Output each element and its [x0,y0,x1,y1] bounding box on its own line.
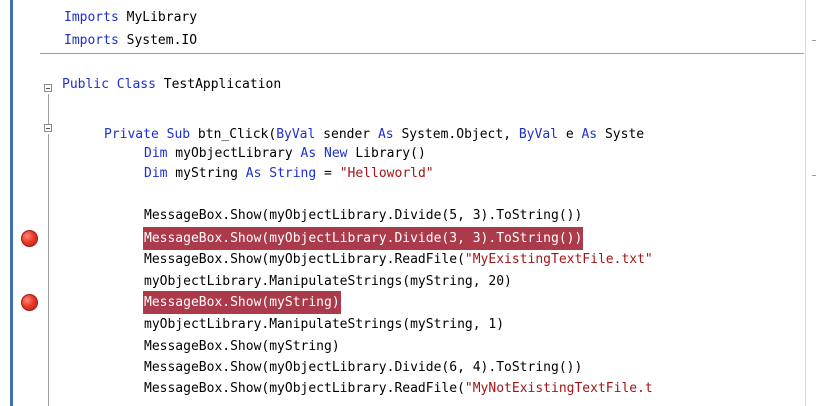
code-line[interactable]: Imports System.IO [0,30,197,51]
code-line[interactable]: Imports MyLibrary [0,7,197,28]
string-literal: "MyNotExistingTextFile.t [464,381,653,396]
code-text: MessageBox.Show(myObjectLibrary.ReadFile… [144,252,465,267]
keyword: As [377,127,394,142]
code-line[interactable]: myObjectLibrary.ManipulateStrings(myStri… [0,271,512,292]
code-text: MessageBox.Show(myString) [144,339,340,354]
keyword: Dim [144,146,168,161]
code-text: MessageBox.Show(myObjectLibrary.Divide(3… [143,227,584,250]
code-text: MyLibrary [118,10,198,25]
code-line[interactable]: Private Sub btn_Click(ByVal sender As Sy… [0,124,644,145]
code-text: MessageBox.Show(myObjectLibrary.Divide(5… [144,208,583,223]
code-text: sender [315,127,378,142]
string-literal: "MyExistingTextFile.txt" [464,252,653,267]
keyword: As [300,146,317,161]
code-text: MessageBox.Show(myString) [143,291,341,314]
region-separator [40,53,804,54]
code-line[interactable]: MessageBox.Show(myObjectLibrary.ReadFile… [0,378,653,399]
code-line[interactable]: MessageBox.Show(myObjectLibrary.ReadFile… [0,249,653,270]
code-line[interactable]: MessageBox.Show(myObjectLibrary.Divide(5… [0,205,582,226]
scroll-marker [812,40,816,41]
keyword: Dim [144,166,168,181]
code-text: Library() [347,146,426,161]
vertical-scrollbar[interactable] [805,0,818,406]
code-line[interactable]: myObjectLibrary.ManipulateStrings(myStri… [0,314,504,335]
code-line[interactable]: MessageBox.Show(myObjectLibrary.Divide(6… [0,357,582,378]
code-text: MessageBox.Show(myObjectLibrary.ReadFile… [144,381,465,396]
keyword: Sub [166,127,191,142]
code-text: System.IO [118,33,198,48]
code-text: myString [167,166,246,181]
code-text: myObjectLibrary [167,146,301,161]
code-text: myObjectLibrary.ManipulateStrings(myStri… [144,317,505,332]
code-line[interactable]: Dim myString As String = "Helloworld" [0,163,434,184]
code-text: MessageBox.Show(myObjectLibrary.Divide(6… [144,360,583,375]
code-line[interactable]: Dim myObjectLibrary As New Library() [0,143,426,164]
code-text: TestApplication [155,77,282,92]
keyword: As [581,127,598,142]
outline-guide [48,134,49,406]
keyword: Imports [64,33,119,48]
code-text: = [316,166,340,181]
collapse-toggle-icon[interactable] [44,124,52,132]
keyword: ByVal [276,127,316,142]
keyword: As [245,166,262,181]
keyword: New [324,146,348,161]
code-text: System.Object, [393,127,519,142]
keyword: Class [116,77,156,92]
code-text: Syste [597,127,645,142]
collapse-toggle-icon[interactable] [44,84,52,92]
code-line-breakpoint[interactable]: MessageBox.Show(myObjectLibrary.Divide(3… [0,227,584,250]
scroll-marker [812,175,816,176]
keyword: String [269,166,317,181]
code-text: e [558,127,582,142]
code-text: myObjectLibrary.ManipulateStrings(myStri… [144,274,512,289]
keyword: Public [62,77,109,92]
string-literal: "Helloworld" [339,166,434,181]
code-line[interactable]: MessageBox.Show(myString) [0,336,340,357]
keyword: Private [104,127,159,142]
keyword: Imports [64,10,119,25]
keyword: ByVal [518,127,558,142]
code-editor[interactable]: Imports MyLibrary Imports System.IO Publ… [0,0,818,406]
outline-guide [48,94,49,124]
code-line[interactable]: Public Class TestApplication [0,74,281,95]
code-line-breakpoint[interactable]: MessageBox.Show(myString) [0,291,341,314]
code-text: btn_Click( [190,127,277,142]
